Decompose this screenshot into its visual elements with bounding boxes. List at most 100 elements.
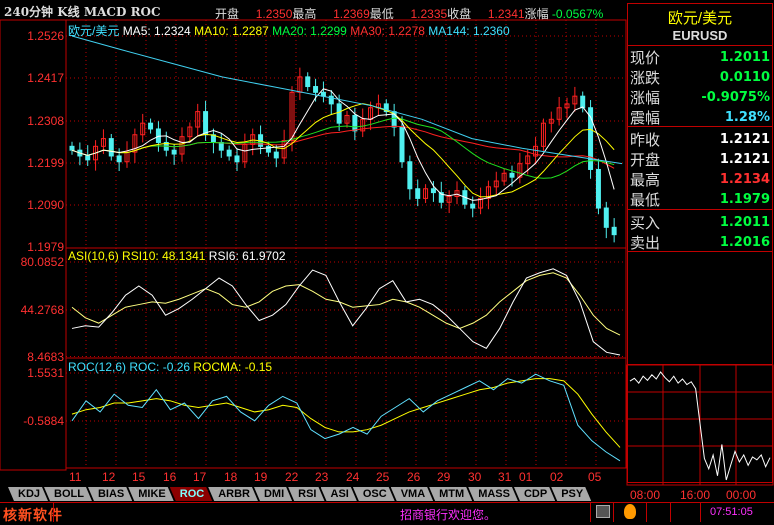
quote-row: 买入 1.2011 <box>630 212 770 232</box>
candle-down <box>313 86 319 93</box>
quote-row: 昨收 1.2121 <box>630 129 770 149</box>
candle-down <box>171 149 177 155</box>
high-label: 最高 <box>292 7 317 21</box>
quote-label: 开盘 <box>630 151 661 169</box>
candlesticks <box>69 67 617 243</box>
price-tick: 1.2308 <box>27 114 64 128</box>
welcome-message: 招商银行欢迎您。 <box>400 508 497 522</box>
tab-cdp[interactable]: CDP <box>514 487 555 501</box>
date-tick: 11 <box>69 470 82 484</box>
candle-down <box>399 126 405 163</box>
quote-row: 现价 1.2011 <box>630 47 770 67</box>
date-tick: 16 <box>163 470 177 484</box>
main-legend: 欧元/美元 MA5: 1.2324 MA10: 1.2287 MA20: 1.2… <box>68 22 510 39</box>
rsi6-line <box>71 268 621 356</box>
roc-tick: -0.5884 <box>23 414 64 428</box>
tab-arbr[interactable]: ARBR <box>208 487 258 501</box>
mascot-icon[interactable] <box>624 504 636 519</box>
quote-value: 1.28% <box>724 109 770 125</box>
rsi-tick: 44.2768 <box>20 303 64 317</box>
quote-bar: 开盘 1.2350最高 1.2369最低 1.2335收盘 1.2341涨幅 -… <box>215 5 603 22</box>
quote-value: 0.0110 <box>719 69 770 85</box>
tab-mike[interactable]: MIKE <box>128 487 174 501</box>
tab-rsi[interactable]: RSI <box>288 487 324 501</box>
mini-time-tick: 00:00 <box>726 488 757 502</box>
candle-down <box>603 207 609 228</box>
price-tick: 1.1979 <box>27 240 64 254</box>
rsi-tick: 8.4683 <box>27 350 64 364</box>
close-label: 收盘 <box>447 7 472 21</box>
change-label: 涨幅 <box>524 7 549 21</box>
status-bar: 核新软件 招商银行欢迎您。 07:51:05 <box>0 502 774 523</box>
network-icon[interactable] <box>596 505 610 518</box>
quote-row: 震幅 1.28% <box>630 107 770 127</box>
date-tick: 31 <box>498 470 512 484</box>
date-tick: 19 <box>254 470 268 484</box>
candle-down <box>234 155 240 163</box>
candle-down <box>148 122 154 130</box>
ma30-line <box>71 125 615 169</box>
open-value: 1.2350 <box>255 7 293 21</box>
panel-symbol-code: EURUSD <box>672 28 728 43</box>
ma20-line <box>71 117 615 179</box>
candle-down <box>226 149 232 157</box>
panel-frame <box>65 19 627 249</box>
candle-down <box>407 161 413 190</box>
tab-vma[interactable]: VMA <box>391 487 433 501</box>
quote-row: 涨跌 0.0110 <box>630 67 770 87</box>
low-label: 最低 <box>369 7 394 21</box>
quote-label: 涨幅 <box>630 89 661 107</box>
candle-down <box>580 95 586 109</box>
quote-label: 现价 <box>630 49 661 67</box>
quote-panel: 欧元/美元 EURUSD 现价 1.2011 涨跌 0.0110 涨幅 -0.9075% 震… <box>627 3 773 483</box>
tab-bias[interactable]: BIAS <box>88 487 132 501</box>
candle-down <box>265 145 271 153</box>
rsi-tick: 80.0852 <box>20 255 64 269</box>
clock: 07:51:05 <box>710 506 753 518</box>
candle-down <box>273 151 279 159</box>
quote-row: 开盘 1.2121 <box>630 149 770 169</box>
candle-down <box>69 145 75 151</box>
candle-down <box>155 128 161 143</box>
close-value: 1.2341 <box>487 7 525 21</box>
chart-title: 240分钟 K线 MACD ROC <box>4 5 161 19</box>
candle-down <box>611 226 617 236</box>
rsi10-line <box>71 272 621 336</box>
panel-frame <box>65 357 627 469</box>
tab-roc[interactable]: ROC <box>170 487 212 501</box>
rsi-legend: ASI(10,6) RSI10: 48.1341 RSI6: 61.9702 <box>68 249 286 263</box>
date-tick: 25 <box>376 470 390 484</box>
rsi6-value: RSI6: 61.9702 <box>208 249 286 263</box>
quote-value: 1.2121 <box>719 131 770 147</box>
date-tick: 23 <box>315 470 329 484</box>
date-tick: 29 <box>437 470 451 484</box>
candle-down <box>430 188 436 194</box>
rsi-name: ASI(10,6) <box>68 249 119 263</box>
candle-down <box>336 103 342 124</box>
candle-down <box>320 91 326 97</box>
tab-dmi[interactable]: DMI <box>254 487 292 501</box>
ma144-line <box>71 35 623 165</box>
tab-mtm[interactable]: MTM <box>429 487 472 501</box>
low-value: 1.2335 <box>410 7 448 21</box>
quote-label: 最低 <box>630 191 661 209</box>
tab-mass[interactable]: MASS <box>468 487 518 501</box>
candle-down <box>415 188 421 199</box>
date-tick: 26 <box>407 470 421 484</box>
date-tick: 24 <box>346 470 360 484</box>
tab-osc[interactable]: OSC <box>353 487 395 501</box>
high-value: 1.2369 <box>333 7 370 21</box>
ma5-line <box>71 88 615 201</box>
roc-value: ROC: -0.26 <box>129 360 191 374</box>
quote-label: 最高 <box>630 171 661 189</box>
tab-psy[interactable]: PSY <box>551 487 591 501</box>
candle-down <box>108 138 114 157</box>
date-tick: 01 <box>519 470 533 484</box>
ma30-value: MA30: 1.2278 <box>350 24 425 38</box>
roc-legend: ROC(12,6) ROC: -0.26 ROCMA: -0.15 <box>68 360 272 374</box>
candle-down <box>116 155 122 163</box>
quote-value: 1.2134 <box>719 171 770 187</box>
tab-asi[interactable]: ASI <box>321 487 357 501</box>
tab-kdj[interactable]: KDJ <box>8 487 48 501</box>
tab-boll[interactable]: BOLL <box>44 487 92 501</box>
